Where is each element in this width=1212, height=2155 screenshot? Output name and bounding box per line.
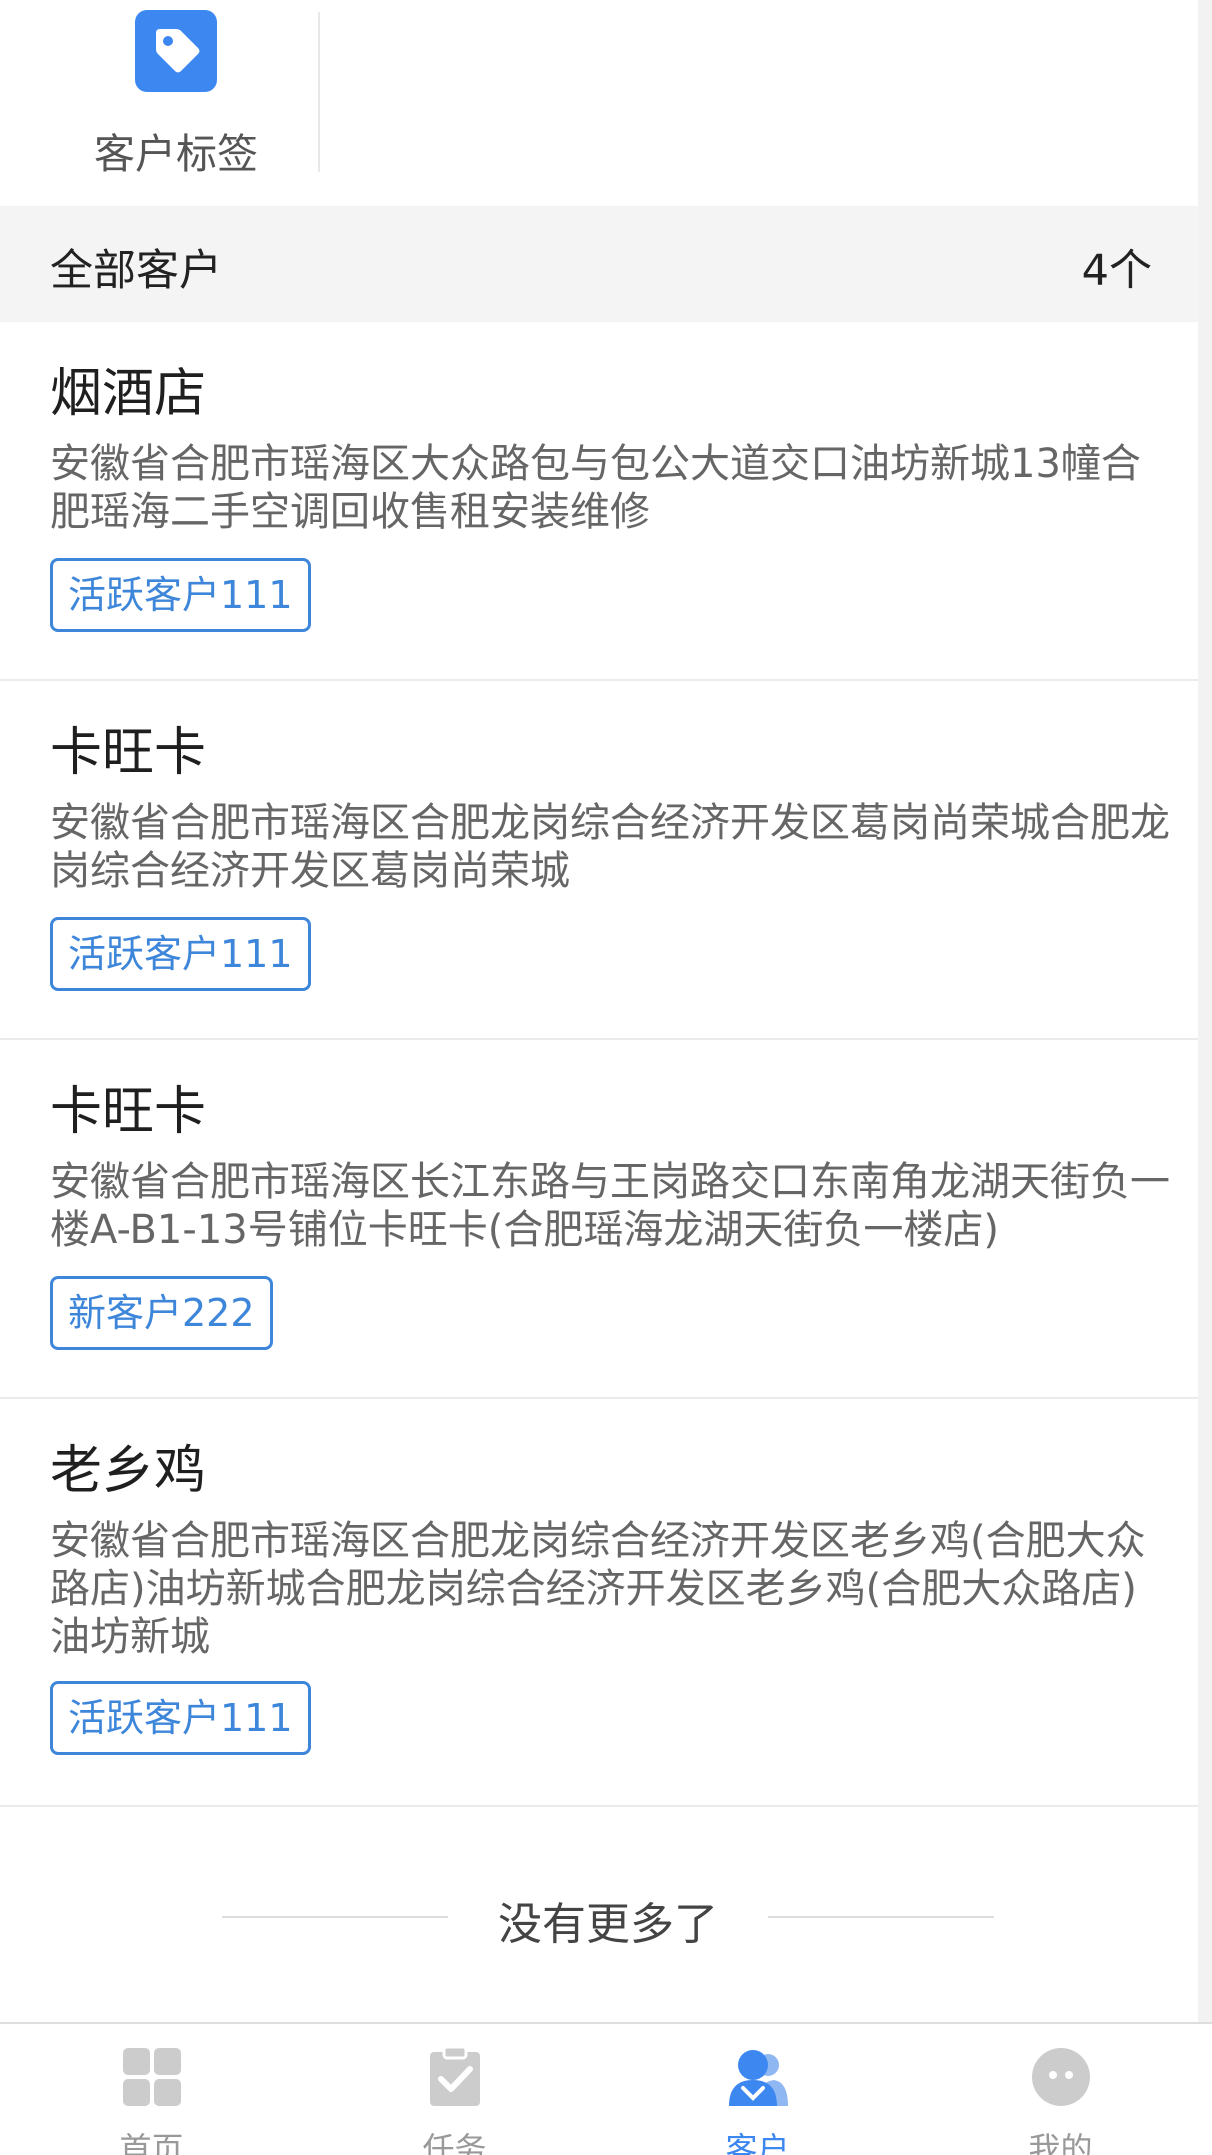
- tag-icon: [135, 10, 217, 92]
- customer-name: 烟酒店: [50, 364, 207, 424]
- customer-address: 安徽省合肥市瑶海区合肥龙岗综合经济开发区老乡鸡(合肥大众路店)油坊新城合肥龙岗综…: [50, 1518, 1146, 1660]
- profile-face-icon: [1032, 2048, 1090, 2106]
- all-customers-header: 全部客户 4个: [0, 206, 1198, 322]
- no-more-text: 没有更多了: [498, 1899, 718, 1950]
- divider-line: [768, 1916, 994, 1918]
- customer-status-tag: 活跃客户111: [50, 917, 311, 991]
- tab-label: 客户: [725, 2130, 790, 2155]
- customer-address: 安徽省合肥市瑶海区合肥龙岗综合经济开发区葛岗尚荣城合肥龙岗综合经济开发区葛岗尚荣…: [50, 800, 1170, 894]
- customers-icon: [729, 2050, 788, 2106]
- customer-address: 安徽省合肥市瑶海区大众路包与包公大道交口油坊新城13幢合肥瑶海二手空调回收售租安…: [50, 441, 1141, 535]
- bottom-tab-bar: 首页 任务 客户 我的: [0, 2022, 1212, 2155]
- quick-entry-bar: 客户标签: [0, 0, 1198, 206]
- customer-status-tag: 活跃客户111: [50, 558, 311, 632]
- tab-profile[interactable]: 我的: [909, 2024, 1212, 2155]
- tab-label: 我的: [1028, 2130, 1093, 2155]
- section-title: 全部客户: [50, 246, 222, 296]
- customer-name: 老乡鸡: [50, 1441, 207, 1501]
- customer-card[interactable]: 卡旺卡 安徽省合肥市瑶海区长江东路与王岗路交口东南角龙湖天街负一楼A-B1-13…: [0, 1040, 1198, 1399]
- customer-name: 卡旺卡: [50, 723, 207, 783]
- divider-line: [222, 1916, 448, 1918]
- customer-status-tag: 新客户222: [50, 1276, 273, 1350]
- scroll-edge: [1198, 0, 1212, 2025]
- customer-count: 4个: [1081, 246, 1152, 296]
- customer-status-tag: 活跃客户111: [50, 1681, 311, 1755]
- quick-divider: [318, 12, 320, 172]
- customer-card[interactable]: 卡旺卡 安徽省合肥市瑶海区合肥龙岗综合经济开发区葛岗尚荣城合肥龙岗综合经济开发区…: [0, 681, 1198, 1040]
- clipboard-check-icon: [430, 2046, 480, 2106]
- customer-tags-label: 客户标签: [94, 130, 258, 178]
- customer-tags-entry[interactable]: 客户标签: [44, 8, 308, 178]
- home-grid-icon: [123, 2048, 181, 2106]
- tab-tasks[interactable]: 任务: [303, 2024, 606, 2155]
- customer-name: 卡旺卡: [50, 1082, 207, 1142]
- tab-customers[interactable]: 客户: [606, 2024, 909, 2155]
- customer-card[interactable]: 老乡鸡 安徽省合肥市瑶海区合肥龙岗综合经济开发区老乡鸡(合肥大众路店)油坊新城合…: [0, 1399, 1198, 1807]
- customer-card[interactable]: 烟酒店 安徽省合肥市瑶海区大众路包与包公大道交口油坊新城13幢合肥瑶海二手空调回…: [0, 322, 1198, 681]
- tab-home[interactable]: 首页: [0, 2024, 303, 2155]
- no-more-indicator: 没有更多了: [0, 1808, 1198, 2028]
- customer-list-page: 客户标签 全部客户 4个 烟酒店 安徽省合肥市瑶海区大众路包与包公大道交口油坊新…: [0, 0, 1212, 2155]
- customer-address: 安徽省合肥市瑶海区长江东路与王岗路交口东南角龙湖天街负一楼A-B1-13号铺位卡…: [50, 1159, 1170, 1253]
- tab-label: 首页: [119, 2130, 184, 2155]
- tab-label: 任务: [422, 2130, 487, 2155]
